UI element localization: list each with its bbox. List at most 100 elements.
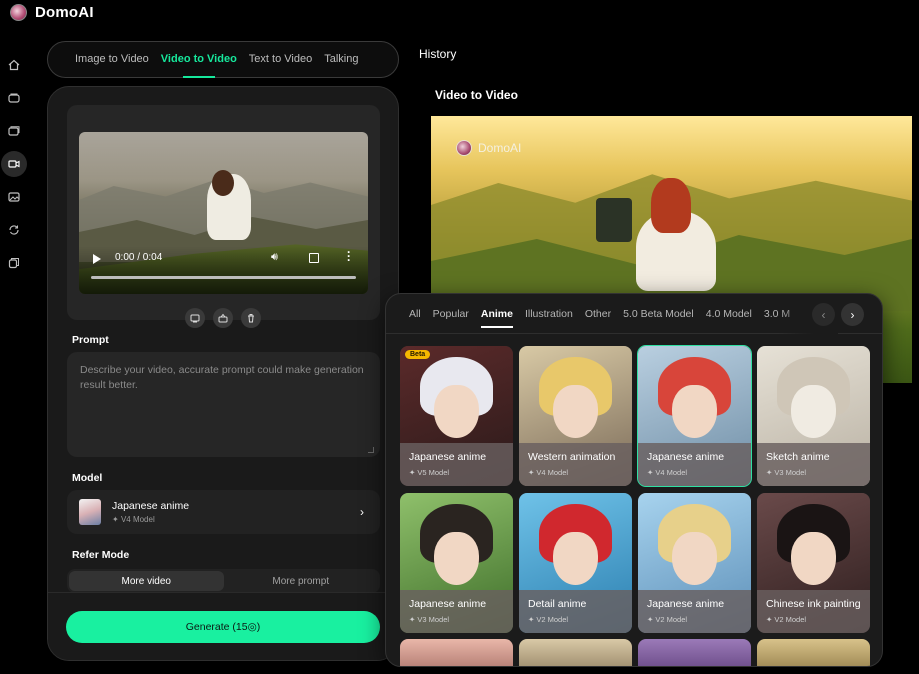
gallery-icon: [8, 93, 20, 103]
video-tools: [185, 308, 261, 328]
home-icon: [8, 59, 20, 71]
category-popular[interactable]: Popular: [433, 294, 469, 334]
style-card[interactable]: Japanese anime ✦ V4 Model: [637, 345, 752, 487]
rail-folder[interactable]: [1, 118, 27, 144]
style-picker: All Popular Anime Illustration Other 5.0…: [385, 293, 883, 667]
style-card[interactable]: Western animation ✦ V4 Model: [519, 346, 632, 486]
style-version: V2 Model: [536, 615, 569, 624]
style-card-partial[interactable]: [400, 639, 513, 666]
chevron-right-icon[interactable]: ›: [841, 303, 864, 326]
style-version: V4 Model: [536, 468, 569, 477]
tab-video-to-video[interactable]: Video to Video: [161, 41, 237, 78]
category-4-model[interactable]: 4.0 Model: [706, 294, 752, 334]
refer-more-prompt[interactable]: More prompt: [224, 571, 379, 591]
style-card-partial[interactable]: [519, 639, 632, 666]
replace-video-button[interactable]: [185, 308, 205, 328]
mode-tabs: Image to Video Video to Video Text to Vi…: [47, 41, 399, 78]
model-selector[interactable]: Japanese anime ✦ V4 Model ›: [67, 490, 380, 534]
tab-image-to-video[interactable]: Image to Video: [75, 41, 149, 78]
more-options-icon[interactable]: · · ·: [347, 246, 351, 266]
refer-mode-label: Refer Mode: [72, 549, 130, 561]
category-all[interactable]: All: [409, 294, 421, 334]
rail-image[interactable]: [1, 184, 27, 210]
style-name: Western animation: [528, 451, 616, 463]
volume-icon[interactable]: 🔊︎: [271, 251, 278, 264]
style-name: Chinese ink painting: [766, 598, 861, 610]
style-card[interactable]: Beta Japanese anime ✦ V5 Model: [400, 346, 513, 486]
style-name: Japanese anime: [409, 451, 487, 463]
video-upload-box: 0:00 / 0:04 🔊︎ · · ·: [67, 105, 380, 328]
folder-icon: [8, 126, 20, 136]
style-card-partial[interactable]: [757, 639, 870, 666]
library-button[interactable]: [213, 308, 233, 328]
nav-rail: [0, 52, 28, 283]
tab-text-to-video[interactable]: Text to Video: [249, 41, 312, 78]
chevron-right-icon: ›: [360, 505, 364, 519]
model-version: V4 Model: [120, 515, 155, 524]
trash-icon: [248, 314, 254, 323]
refer-more-video[interactable]: More video: [69, 571, 224, 591]
library-icon: [218, 313, 228, 323]
model-name: Japanese anime: [112, 500, 190, 512]
copy-icon: [8, 258, 19, 269]
watermark: DomoAI: [456, 140, 521, 156]
style-card[interactable]: Japanese anime ✦ V3 Model: [400, 493, 513, 633]
watermark-text: DomoAI: [478, 141, 522, 155]
video-icon: [8, 160, 20, 168]
style-version: V3 Model: [417, 615, 450, 624]
style-version: V2 Model: [774, 615, 807, 624]
category-illustration[interactable]: Illustration: [525, 294, 573, 334]
brand[interactable]: DomoAI: [10, 4, 94, 21]
beta-badge: Beta: [405, 350, 431, 359]
refer-mode-toggle: More video More prompt: [67, 569, 380, 593]
style-card-partial[interactable]: [638, 639, 751, 666]
category-other[interactable]: Other: [585, 294, 611, 334]
style-version: V4 Model: [655, 468, 688, 477]
generate-button[interactable]: Generate (15◎): [66, 611, 380, 643]
style-name: Japanese anime: [647, 451, 725, 463]
style-grid: Beta Japanese anime ✦ V5 Model Western an…: [400, 345, 870, 633]
prompt-label: Prompt: [72, 334, 109, 346]
style-version: V2 Model: [655, 615, 688, 624]
history-title: History: [419, 47, 457, 61]
style-name: Detail anime: [528, 598, 587, 610]
resize-handle-icon[interactable]: [368, 447, 374, 453]
rail-home[interactable]: [1, 52, 27, 78]
model-thumbnail: [79, 499, 101, 525]
category-5-beta[interactable]: 5.0 Beta Model: [623, 294, 694, 334]
style-name: Sketch anime: [766, 451, 830, 463]
rail-video[interactable]: [1, 151, 27, 177]
image-icon: [8, 192, 20, 202]
brand-name: DomoAI: [35, 4, 94, 21]
replace-icon: [190, 314, 200, 323]
watermark-logo-icon: [456, 140, 472, 156]
style-version: V3 Model: [774, 468, 807, 477]
style-card[interactable]: Chinese ink painting ✦ V2 Model: [757, 493, 870, 633]
style-version: V5 Model: [417, 468, 450, 477]
prompt-box: [67, 352, 380, 457]
video-player[interactable]: 0:00 / 0:04 🔊︎ · · ·: [79, 132, 368, 294]
video-progress-bar[interactable]: [91, 276, 356, 279]
rail-copy[interactable]: [1, 250, 27, 276]
play-icon[interactable]: [93, 254, 101, 264]
brand-logo-icon: [10, 4, 27, 21]
fullscreen-icon[interactable]: [309, 253, 319, 263]
style-card[interactable]: Detail anime ✦ V2 Model: [519, 493, 632, 633]
style-card[interactable]: Sketch anime ✦ V3 Model: [757, 346, 870, 486]
sparkle-icon: ✦: [112, 515, 121, 524]
style-name: Japanese anime: [409, 598, 487, 610]
generation-panel: 0:00 / 0:04 🔊︎ ··· Prompt Model Japanese…: [47, 86, 399, 661]
history-item-title: Video to Video: [435, 88, 518, 102]
refresh-icon: [9, 225, 19, 235]
tab-talking[interactable]: Talking: [324, 41, 358, 78]
chevron-left-icon[interactable]: ‹: [812, 303, 835, 326]
prompt-input[interactable]: [80, 363, 367, 443]
category-anime[interactable]: Anime: [480, 294, 514, 334]
rail-refresh[interactable]: [1, 217, 27, 243]
style-card[interactable]: Japanese anime ✦ V2 Model: [638, 493, 751, 633]
rail-gallery[interactable]: [1, 85, 27, 111]
video-time: 0:00 / 0:04: [115, 252, 163, 263]
delete-video-button[interactable]: [241, 308, 261, 328]
model-label: Model: [72, 472, 103, 484]
style-name: Japanese anime: [647, 598, 725, 610]
